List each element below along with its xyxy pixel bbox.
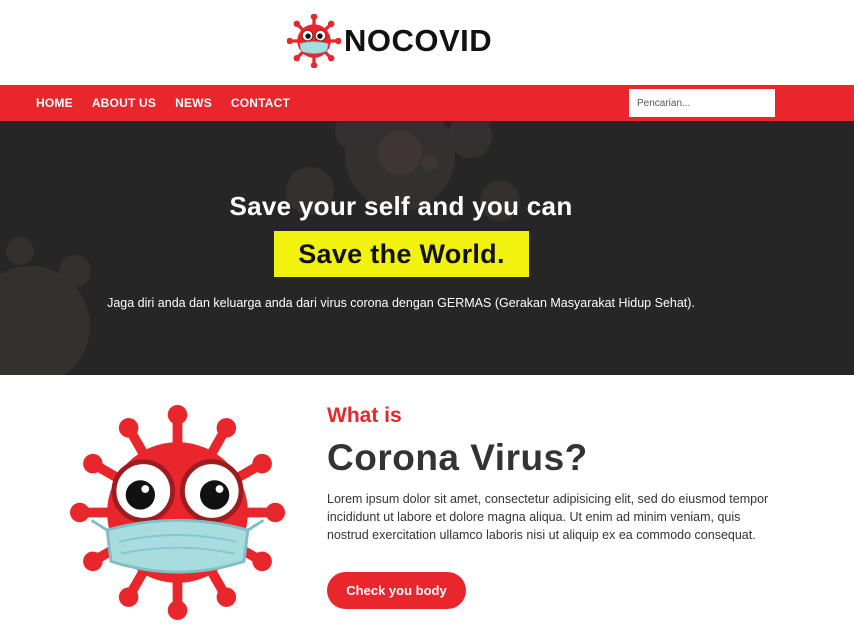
nav-home-link[interactable]: HOME <box>36 96 73 110</box>
site-header: NOCOVID <box>0 0 854 85</box>
hero-subtitle: Jaga diri anda dan keluarga anda dari vi… <box>107 296 695 310</box>
brand-logo[interactable]: NOCOVID <box>287 14 492 68</box>
virus-mascot-icon <box>287 14 341 68</box>
nav-contact-link[interactable]: CONTACT <box>231 96 290 110</box>
nav-news-link[interactable]: NEWS <box>175 96 212 110</box>
hero-title: Save your self and you can <box>229 191 573 221</box>
nav-links: HOME ABOUT US NEWS CONTACT <box>36 85 309 121</box>
nav-about-link[interactable]: ABOUT US <box>92 96 156 110</box>
about-title: Corona Virus? <box>327 437 588 478</box>
hero-banner: Save your self and you can Save the Worl… <box>0 121 854 375</box>
about-kicker: What is <box>327 404 402 427</box>
check-body-button[interactable]: Check you body <box>327 572 466 609</box>
search-input[interactable] <box>629 89 775 117</box>
hero-highlight: Save the World. <box>274 231 529 277</box>
masked-virus-mascot-icon <box>70 405 285 620</box>
about-body-text: Lorem ipsum dolor sit amet, consectetur … <box>327 492 769 542</box>
main-navbar: HOME ABOUT US NEWS CONTACT <box>0 85 854 121</box>
about-section: What is Corona Virus? Lorem ipsum dolor … <box>0 375 854 624</box>
brand-name: NOCOVID <box>344 23 493 58</box>
